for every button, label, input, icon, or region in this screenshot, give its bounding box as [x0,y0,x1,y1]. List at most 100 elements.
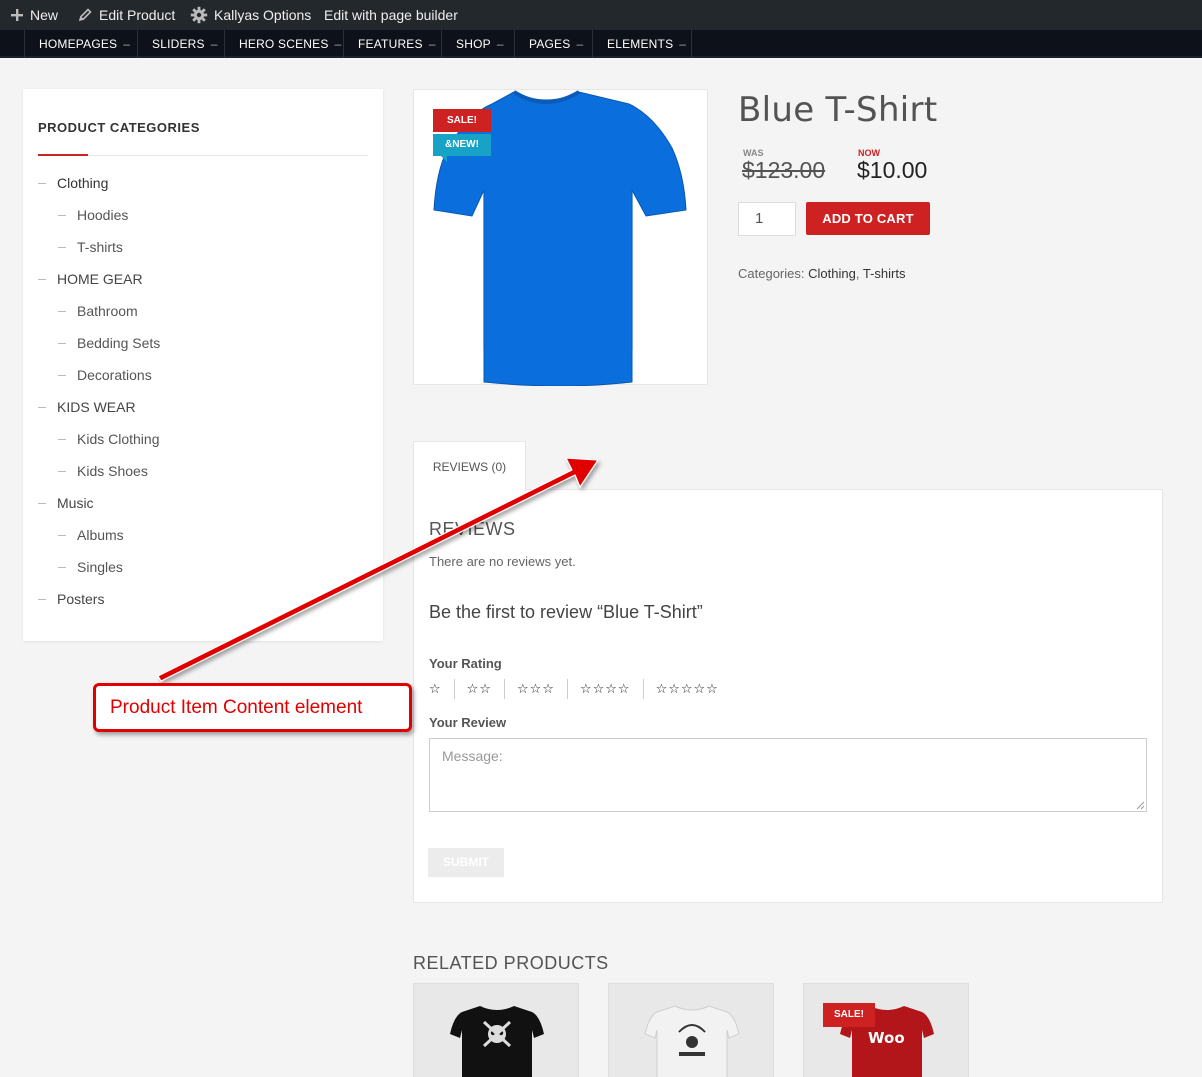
no-reviews-text: There are no reviews yet. [429,554,576,569]
edit-product-link[interactable]: Edit Product [77,0,175,30]
rating-5-stars[interactable]: ☆☆☆☆☆ [642,679,731,699]
nav-sliders[interactable]: SLIDERS – [137,30,218,58]
category-label: Albums [77,527,124,543]
white-woothemes-tshirt-image [644,1005,740,1077]
product-categories-line: Categories: Clothing, T-shirts [738,266,905,281]
category-decorations[interactable]: Decorations [58,367,152,383]
dash-marker [58,534,66,536]
category-posters[interactable]: Posters [38,591,104,607]
dash-marker [38,406,46,408]
category-hoodies[interactable]: Hoodies [58,207,128,223]
dash-marker [38,182,46,184]
related-sale-badge: SALE! [823,1003,875,1027]
dash-marker [58,438,66,440]
category-home-gear[interactable]: HOME GEAR [38,271,143,287]
nav-divider [691,30,692,58]
rating-1-star[interactable]: ☆ [429,679,454,699]
category-label: T-shirts [77,239,123,255]
categories-label: Categories: [738,266,805,281]
category-label: Decorations [77,367,152,383]
review-label: Your Review [429,715,507,730]
category-bathroom[interactable]: Bathroom [58,303,138,319]
category-label: Bathroom [77,303,138,319]
annotation-callout: Product Item Content element [93,683,412,732]
first-review-heading: Be the first to review “Blue T-Shirt” [429,602,703,622]
sale-badge: SALE! [433,109,491,132]
dash-marker [38,598,46,600]
category-link-t-shirts[interactable]: T-shirts [863,266,906,281]
nav-caret: – [576,37,584,51]
resize-grip-icon[interactable] [1136,801,1145,810]
category-clothing[interactable]: Clothing [38,175,108,191]
related-product-card[interactable] [413,983,579,1077]
category-kids-clothing[interactable]: Kids Clothing [58,431,160,447]
category-label: Hoodies [77,207,129,223]
nav-caret: – [334,37,342,51]
nav-label: FEATURES [358,37,423,51]
tab-reviews[interactable]: REVIEWS (0) [413,441,526,491]
new-label: New [30,6,59,23]
nav-caret: – [123,37,131,51]
widget-title: PRODUCT CATEGORIES [38,120,200,135]
nav-label: PAGES [529,37,571,51]
category-label: Bedding Sets [77,335,161,351]
category-label: Kids Shoes [77,463,148,479]
new-badge: &NEW! [433,134,491,162]
kallyas-options-link[interactable]: Kallyas Options [190,0,311,30]
category-separator: , [855,266,860,281]
nav-features[interactable]: FEATURES – [343,30,436,58]
quantity-input[interactable]: 1 [738,202,796,236]
category-kids-shoes[interactable]: Kids Shoes [58,463,148,479]
category-label: HOME GEAR [57,271,143,287]
dash-marker [58,246,66,248]
dash-marker [58,214,66,216]
title-accent-line [38,154,88,156]
add-to-cart-button[interactable]: ADD TO CART [806,202,930,235]
review-message-textarea[interactable]: Message: [429,738,1147,812]
category-kids-wear[interactable]: KIDS WEAR [38,399,136,415]
nav-pages[interactable]: PAGES – [514,30,583,58]
star-rating: ☆ ☆☆ ☆☆☆ ☆☆☆☆ ☆☆☆☆☆ [429,679,731,699]
nav-label: SHOP [456,37,491,51]
rating-4-stars[interactable]: ☆☆☆☆ [566,679,643,699]
reviews-heading: REVIEWS [429,519,516,539]
submit-button[interactable]: SUBMIT [428,848,504,877]
category-label: Kids Clothing [77,431,160,447]
category-label: KIDS WEAR [57,399,136,415]
dash-marker [38,502,46,504]
dash-marker [58,470,66,472]
edit-builder-label: Edit with page builder [324,6,458,23]
dash-marker [58,310,66,312]
nav-caret: – [679,37,687,51]
pencil-icon [78,8,92,22]
new-menu[interactable]: New [10,0,58,30]
nav-elements[interactable]: ELEMENTS – [592,30,686,58]
edit-builder-link[interactable]: Edit with page builder [324,0,458,30]
new-price: $10.00 [857,157,928,183]
related-products-heading: RELATED PRODUCTS [413,953,609,973]
category-albums[interactable]: Albums [58,527,124,543]
rating-3-stars[interactable]: ☆☆☆ [503,679,567,699]
nav-caret: – [210,37,218,51]
old-price: $123.00 [742,157,826,183]
nav-shop[interactable]: SHOP – [441,30,504,58]
dash-marker [58,342,66,344]
nav-caret: – [428,37,436,51]
category-bedding-sets[interactable]: Bedding Sets [58,335,160,351]
kallyas-options-label: Kallyas Options [214,6,312,23]
nav-homepages[interactable]: HOMEPAGES – [24,30,130,58]
category-label: Posters [57,591,105,607]
dash-marker [58,374,66,376]
nav-label: HERO SCENES [239,37,329,51]
category-t-shirts[interactable]: T-shirts [58,239,123,255]
category-music[interactable]: Music [38,495,94,511]
category-link-clothing[interactable]: Clothing [808,266,856,281]
rating-2-stars[interactable]: ☆☆ [453,679,504,699]
related-product-card[interactable] [608,983,774,1077]
main-navigation: HOMEPAGES – SLIDERS – HERO SCENES – FEATURE… [0,30,1202,58]
category-label: Singles [77,559,123,575]
nav-hero-scenes[interactable]: HERO SCENES – [224,30,341,58]
category-singles[interactable]: Singles [58,559,123,575]
product-title: Blue T-Shirt [738,90,938,130]
related-product-card[interactable]: Woo [803,983,969,1077]
